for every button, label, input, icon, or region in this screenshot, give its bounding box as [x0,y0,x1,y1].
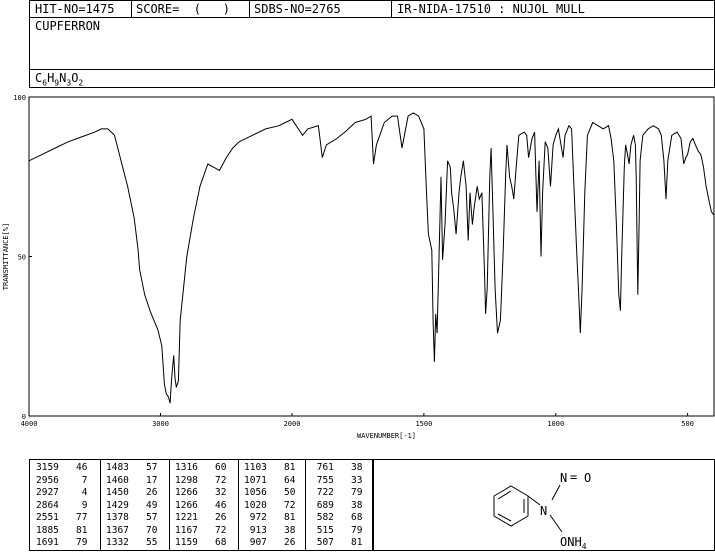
n-n-bond [551,484,561,501]
y-tick-label: 50 [18,254,26,262]
header-divider [30,69,714,70]
plot-frame [28,96,715,417]
header-cell-divider [131,1,132,17]
peak-table: 3159 46 2956 7 2927 4 2864 9 2551 77 188… [29,459,373,551]
spectrum-line [28,112,715,404]
hit-number: HIT-NO=1475 [35,2,115,16]
nitroso-o-label: O [584,471,591,485]
header-cell-divider [391,1,392,17]
peak-column: 1103 81 1071 64 1056 50 1020 72 972 81 9… [244,462,296,548]
y-tick-label: 100 [13,94,26,102]
peak-column: 761 38 755 33 722 79 689 38 582 68 515 7… [316,462,363,548]
chemical-structure: N N = O ONH4 [373,459,715,551]
ring-n-bond [527,495,541,506]
nitroso-n-label: N [560,471,567,485]
onh4-text: ONH [560,535,582,549]
x-tick-label: 2000 [284,420,301,428]
x-axis-label: WAVENUMBER[-1] [357,432,416,440]
x-tick-label: 1500 [415,420,432,428]
chart-ticks: 4000 3000 2000 1500 1000 500 0 50 100 [13,94,694,428]
benzene-hexagon [493,485,529,527]
header-cell-divider [249,1,250,17]
chart-axes [28,96,715,417]
formula-o-count: 2 [78,78,84,88]
n-o-bond [549,514,563,533]
onh4-label: ONH4 [560,535,587,550]
peak-column: 3159 46 2956 7 2927 4 2864 9 2551 77 188… [36,462,88,548]
score: SCORE= ( ) [136,2,230,16]
peak-column-divider [238,460,239,550]
peak-column-divider [169,460,170,550]
ir-spectrum-chart: 4000 3000 2000 1500 1000 500 0 50 100 WAVENUMBER… [2,94,715,440]
peak-column: 1483 57 1460 17 1450 26 1429 49 1378 57 … [106,462,158,548]
x-tick-label: 4000 [21,420,38,428]
nitroso-double-bond: = [570,470,577,484]
structure-diagram: N N = O ONH4 [493,470,591,551]
y-axis-label: TRANSMITTANCE[%] [2,223,10,290]
spectrum-header: HIT-NO=1475 SCORE= ( ) SDBS-NO=2765 IR-N… [29,0,715,88]
x-tick-label: 3000 [152,420,169,428]
x-tick-label: 1000 [547,420,564,428]
amine-n-label: N [540,504,547,518]
peak-column-divider [305,460,306,550]
ir-info: IR-NIDA-17510 : NUJOL MULL [397,2,585,16]
sdbs-number: SDBS-NO=2765 [254,2,341,16]
x-tick-label: 500 [681,420,694,428]
header-divider [30,17,714,18]
onh4-subscript: 4 [582,542,587,550]
compound-name: CUPFERRON [35,19,101,33]
peak-column-divider [100,460,101,550]
molecular-formula: C6H9N3O2 [35,71,83,87]
benzene-ring [493,485,529,527]
y-tick-label: 0 [22,413,26,421]
peak-column: 1316 60 1298 72 1266 32 1266 46 1221 26 … [175,462,227,548]
